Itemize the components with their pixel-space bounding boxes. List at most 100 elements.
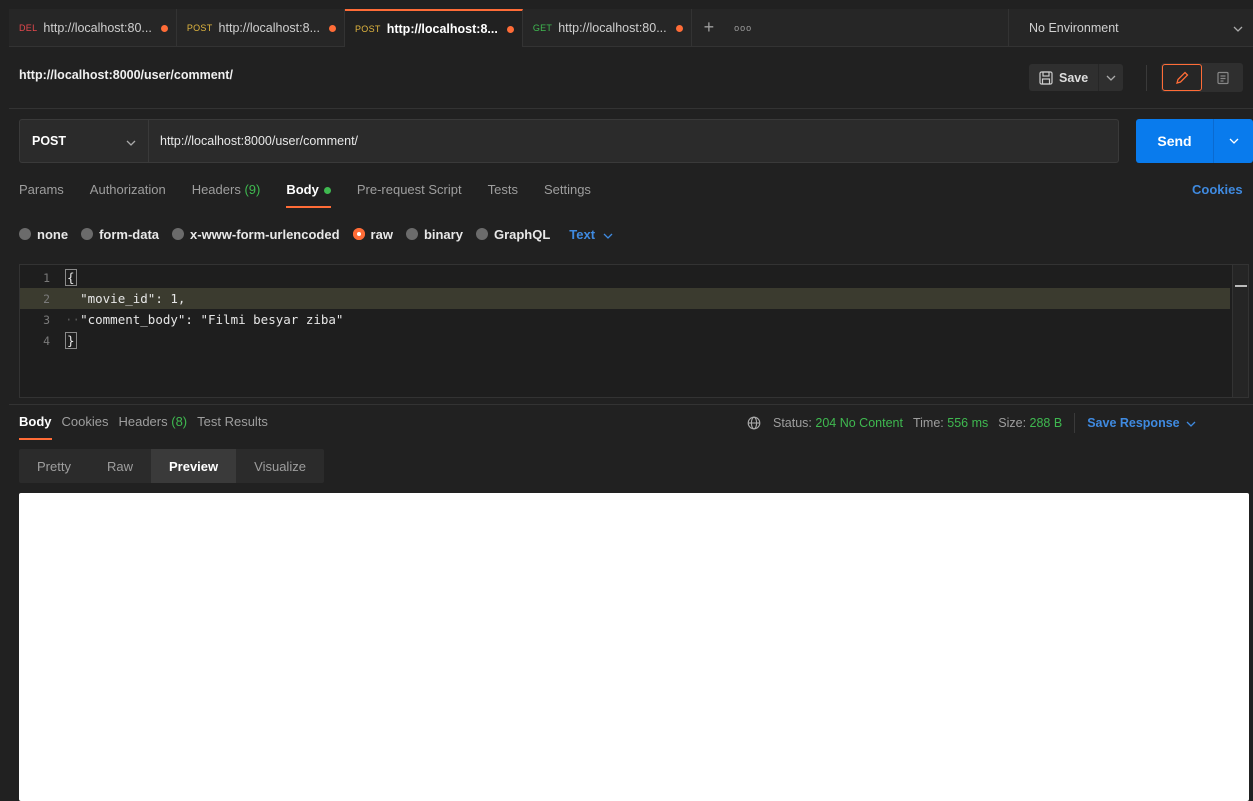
radio-none[interactable]: none [19,227,68,242]
radio-circle-icon [172,228,185,240]
divider [1146,65,1147,91]
response-preview-pane [19,493,1249,801]
tab-label: Authorization [89,182,166,197]
response-tab-body[interactable]: Body [19,414,52,440]
chevron-down-icon [1186,416,1196,430]
tab-headers[interactable]: Headers (9) [192,182,261,212]
cookies-link[interactable]: Cookies [1192,182,1243,197]
line-number: 4 [43,333,50,348]
url-input[interactable]: http://localhost:8000/user/comment/ [160,120,1060,162]
tab-url: http://localhost:8... [218,21,320,35]
tab-label: Test Results [197,414,268,429]
body-format-select[interactable]: Text [569,227,613,242]
radio-form-data[interactable]: form-data [81,227,159,242]
view-mode-toggle [1161,63,1243,92]
tab-label: Cookies [61,414,109,429]
tab-pre-request-script[interactable]: Pre-request Script [357,182,462,212]
radio-circle-icon [81,228,94,240]
tab-settings[interactable]: Settings [544,182,591,212]
tab-label: Tests [487,182,518,197]
radio-label: GraphQL [493,226,551,242]
save-icon [1039,70,1053,85]
tab-method: POST [186,23,213,33]
size-text[interactable]: Size: 288 B [998,416,1062,430]
globe-icon[interactable] [747,416,761,430]
tab-label: Body [19,414,52,429]
documentation-button[interactable] [1205,64,1241,91]
tab-label: Params [19,182,64,197]
radio-circle-icon [405,228,418,240]
editor-scrollbar[interactable] [1232,265,1248,397]
tab-tests[interactable]: Tests [488,182,518,212]
documentation-icon [1217,71,1229,84]
save-response-button[interactable]: Save Response [1087,416,1196,430]
save-response-label: Save Response [1087,416,1180,430]
response-status-bar: Status: 204 No Content Time: 556 ms Size… [747,413,1196,433]
mode-preview[interactable]: Preview [150,449,237,483]
tab-url: http://localhost:8... [386,22,498,36]
unsaved-dot-icon [160,24,168,32]
more-tabs-icon[interactable]: ooo [726,9,760,46]
radio-graphql[interactable]: GraphQL [475,226,551,242]
unsaved-dot-icon [506,25,514,33]
response-tab-headers[interactable]: Headers (8) [118,414,187,440]
request-tab[interactable]: GET http://localhost:80... [523,9,692,47]
request-tab-active[interactable]: POST http://localhost:8... [345,9,523,47]
time-text[interactable]: Time: 556 ms [913,416,988,430]
radio-circle-icon [19,228,31,240]
request-header-bar: http://localhost:8000/user/comment/ Save [9,47,1253,109]
chevron-down-icon [603,227,613,242]
request-tabs: Params Authorization Headers (9) Body Pr… [19,182,617,212]
tab-method: POST [355,24,381,34]
method-select[interactable]: POST [20,120,149,162]
mode-visualize[interactable]: Visualize [236,449,324,483]
request-body-editor[interactable]: 1 { 2 "movie_id": 1, 3 ··"comment_body":… [19,264,1249,398]
tab-authorization[interactable]: Authorization [90,182,166,212]
code-text: "comment_body": "Filmi besyar ziba" [80,312,344,327]
tab-params[interactable]: Params [19,182,64,212]
chevron-down-icon [1233,21,1243,35]
response-tab-test-results[interactable]: Test Results [197,414,268,440]
tab-body[interactable]: Body [286,182,331,212]
divider [1074,413,1076,433]
save-button-group: Save [1029,64,1124,91]
edit-button[interactable] [1162,64,1202,91]
request-tab[interactable]: DEL http://localhost:80... [9,9,177,47]
code-line: 3 ··"comment_body": "Filmi besyar ziba" [20,309,1230,330]
code-text: } [65,332,77,349]
save-options-chevron-icon[interactable] [1099,64,1123,91]
postman-window: DEL http://localhost:80... POST http://l… [9,9,1253,801]
headers-count: (8) [171,414,188,429]
radio-binary[interactable]: binary [405,227,463,242]
send-options-chevron-icon[interactable] [1214,119,1253,163]
code-line: 4 } [20,330,1230,351]
tab-label: Pre-request Script [356,182,462,197]
mode-pretty[interactable]: Pretty [19,449,89,483]
request-tab[interactable]: POST http://localhost:8... [177,9,345,47]
line-number: 2 [43,291,50,306]
send-button[interactable]: Send [1136,119,1214,163]
scrollbar-thumb[interactable] [1235,285,1247,287]
status-value: 204 No Content [815,416,903,430]
new-tab-plus-icon[interactable]: + [692,9,727,46]
body-indicator-dot-icon [323,187,331,195]
radio-selected-icon [352,228,365,240]
environment-selector[interactable]: No Environment [1008,9,1253,47]
status-text[interactable]: Status: 204 No Content [773,416,903,430]
radio-x-www-form-urlencoded[interactable]: x-www-form-urlencoded [172,227,340,242]
save-button[interactable]: Save [1029,64,1100,91]
response-tab-cookies[interactable]: Cookies [62,414,109,440]
unsaved-dot-icon [329,24,336,32]
mode-raw[interactable]: Raw [89,449,151,483]
size-value: 288 B [1029,416,1063,430]
response-divider[interactable] [9,404,1253,405]
request-title[interactable]: http://localhost:8000/user/comment/ [19,68,233,82]
status-label: Status: [773,416,812,430]
response-tabs: Body Cookies Headers (8) Test Results [19,414,278,440]
environment-label: No Environment [1029,21,1119,35]
radio-raw[interactable]: raw [352,227,393,242]
unsaved-dot-icon [675,24,683,32]
pencil-icon [1176,71,1189,84]
line-number: 1 [43,270,50,285]
request-tab-bar: DEL http://localhost:80... POST http://l… [9,9,1253,47]
